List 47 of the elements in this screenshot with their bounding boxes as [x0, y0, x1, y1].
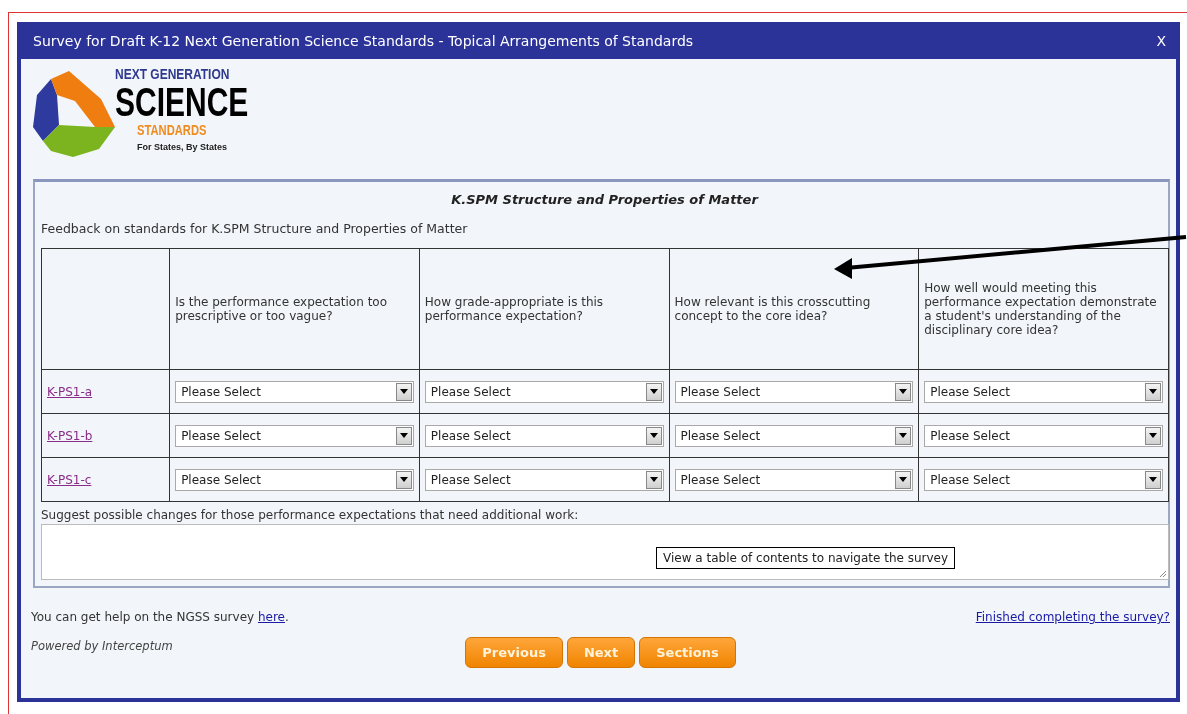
- caret-icon: [649, 389, 658, 394]
- column-header: How relevant is this crosscutting concept to the core idea?: [674, 295, 871, 323]
- dropdown[interactable]: Please Select: [924, 380, 1163, 403]
- section-intro: Feedback on standards for K.SPM Structure and Properties of Matter: [41, 221, 469, 236]
- caret-icon: [649, 477, 658, 482]
- standard-link[interactable]: K-PS1-c: [47, 472, 92, 487]
- column-header: How grade-appropriate is this performance expectation?: [424, 295, 604, 323]
- column-header: How well would meeting this performance expectation demonstrate a student's understanding of the disciplinary core idea?: [924, 281, 1157, 337]
- standard-link[interactable]: K-PS1-b: [47, 428, 93, 443]
- dropdown[interactable]: Please Select: [924, 468, 1163, 491]
- comment-field[interactable]: View a table of contents to navigate the survey: [41, 524, 1169, 580]
- caret-icon: [899, 389, 908, 394]
- caret-icon: [649, 433, 658, 438]
- dropdown[interactable]: Please Select: [424, 380, 664, 403]
- dropdown[interactable]: Please Select: [674, 424, 914, 447]
- caret-icon: [399, 433, 408, 438]
- dropdown[interactable]: Please Select: [424, 424, 664, 447]
- dropdown[interactable]: Please Select: [175, 424, 414, 447]
- dropdown[interactable]: Please Select: [175, 468, 414, 491]
- window-title: Survey for Draft K-12 Next Generation Science Standards - Topical Arrangements of Standards: [33, 32, 694, 49]
- caret-icon: [399, 477, 408, 482]
- caret-icon: [899, 477, 908, 482]
- logo-text: SCIENCE: [115, 80, 249, 125]
- section-heading: K.SPM Structure and Properties of Matter: [450, 192, 760, 207]
- caret-icon: [399, 389, 408, 394]
- logo-tagline: For States, By States: [137, 142, 229, 152]
- caret-icon: [1149, 433, 1157, 438]
- logo-text: STANDARDS: [137, 122, 207, 138]
- dropdown[interactable]: Please Select: [674, 468, 914, 491]
- help-text: You can get help on the NGSS survey here.: [31, 610, 290, 624]
- caret-icon: [1149, 477, 1157, 482]
- help-link[interactable]: here: [257, 610, 285, 624]
- field-label: Suggest possible changes for those performance expectations that need additional work:: [41, 508, 580, 522]
- close-button[interactable]: X: [1156, 32, 1166, 49]
- dropdown[interactable]: Please Select: [674, 380, 914, 403]
- resize-grip-icon: [1159, 570, 1166, 577]
- dropdown[interactable]: Please Select: [424, 468, 664, 491]
- caret-icon: [1149, 389, 1157, 394]
- column-header: Is the performance expectation too prescriptive or too vague?: [175, 295, 388, 323]
- standard-link[interactable]: K-PS1-a: [47, 384, 93, 399]
- finished-link[interactable]: Finished completing the survey?: [975, 610, 1170, 624]
- dropdown[interactable]: Please Select: [175, 380, 414, 403]
- caret-icon: [899, 433, 908, 438]
- powered-by-text: Powered by Interceptum: [31, 639, 173, 653]
- logo-text: NEXT GENERATION: [115, 65, 230, 82]
- tooltip: View a table of contents to navigate the survey: [656, 547, 956, 569]
- dropdown[interactable]: Please Select: [924, 424, 1163, 447]
